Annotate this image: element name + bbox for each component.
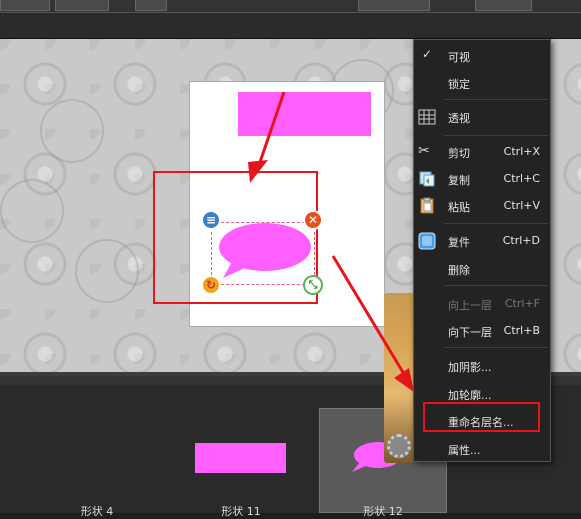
toolbar-button[interactable] — [358, 0, 430, 11]
resize-icon[interactable]: ⤡ — [303, 275, 323, 295]
toolbar-strip — [0, 13, 581, 39]
perspective-grid-icon — [418, 109, 436, 125]
menu-item-lock[interactable]: 锁定 — [414, 70, 550, 96]
scissors-icon: ✂ — [418, 143, 430, 159]
toolbar-button[interactable] — [135, 0, 167, 11]
menu-item-add-shadow[interactable]: 加阴影... — [414, 353, 550, 379]
menu-item-visible[interactable]: ✓ 可视 — [414, 43, 550, 69]
background-flower — [0, 179, 64, 243]
menu-item-label: 锁定 — [448, 78, 470, 91]
toolbar-button[interactable] — [0, 0, 50, 11]
duplicate-icon — [418, 232, 436, 250]
magenta-rectangle-shape[interactable] — [238, 92, 371, 136]
menu-item-bring-forward: 向上一层 Ctrl+F — [414, 291, 550, 317]
gear-icon[interactable] — [387, 434, 411, 458]
paste-icon — [420, 197, 434, 214]
thumbnail-rectangle-shape[interactable] — [195, 443, 286, 473]
menu-item-label: 向下一层 — [448, 326, 492, 339]
menu-item-paste[interactable]: 粘贴 Ctrl+V — [414, 193, 550, 219]
check-icon: ✓ — [422, 47, 433, 61]
menu-item-copy[interactable]: 复制 Ctrl+C — [414, 166, 550, 192]
menu-separator — [444, 347, 548, 348]
menu-item-label: 透视 — [448, 112, 470, 125]
menu-item-duplicate[interactable]: 复件 Ctrl+D — [414, 228, 550, 254]
menu-item-label: 向上一层 — [448, 299, 492, 312]
menu-item-shortcut: Ctrl+V — [503, 199, 540, 212]
background-flower — [40, 99, 104, 163]
thumbnail-label: 形状 11 — [221, 505, 261, 518]
menu-item-label: 属性... — [448, 444, 481, 457]
annotation-highlight-frame — [153, 171, 318, 304]
menu-separator — [444, 223, 548, 224]
menu-item-send-backward[interactable]: 向下一层 Ctrl+B — [414, 318, 550, 344]
menu-item-label: 加阴影... — [448, 361, 492, 374]
menu-item-label: 复制 — [448, 174, 470, 187]
menu-item-label: 粘贴 — [448, 201, 470, 214]
copy-icon — [419, 171, 435, 187]
context-menu: ✓ 可视 锁定 透视 ✂ 剪切 Ctrl+X 复制 Ctrl+C 粘贴 Ctrl… — [413, 39, 551, 462]
menu-item-shortcut: Ctrl+B — [503, 324, 540, 337]
menu-item-label: 删除 — [448, 264, 470, 277]
toolbar-button[interactable] — [55, 0, 109, 11]
menu-item-perspective[interactable]: 透视 — [414, 104, 550, 130]
menu-item-shortcut: Ctrl+C — [503, 172, 540, 185]
menu-item-cut[interactable]: ✂ 剪切 Ctrl+X — [414, 139, 550, 165]
menu-item-shortcut: Ctrl+X — [503, 145, 540, 158]
menu-item-label: 加轮廓... — [448, 389, 492, 402]
menu-separator — [444, 135, 548, 136]
menu-item-delete[interactable]: 删除 — [414, 256, 550, 282]
background-flower — [75, 239, 139, 303]
toolbar-button[interactable] — [475, 0, 532, 11]
menu-separator — [444, 99, 548, 100]
menu-item-label: 剪切 — [448, 147, 470, 160]
menu-item-label: 可视 — [448, 51, 470, 64]
menu-item-shortcut: Ctrl+D — [502, 234, 540, 247]
top-toolbar — [0, 0, 581, 13]
close-icon[interactable]: ✕ — [303, 210, 323, 230]
menu-item-properties[interactable]: 属性... — [414, 436, 550, 462]
menu-item-shortcut: Ctrl+F — [504, 297, 540, 310]
menu-handle-icon[interactable]: ≡ — [201, 210, 221, 230]
menu-separator — [444, 285, 548, 286]
rotate-icon[interactable]: ↻ — [201, 275, 221, 295]
thumbnail-label: 形状 12 — [363, 505, 403, 518]
thumbnail-label: 形状 4 — [80, 505, 114, 518]
menu-item-label: 复件 — [448, 236, 470, 249]
annotation-highlight-rename — [423, 402, 540, 432]
